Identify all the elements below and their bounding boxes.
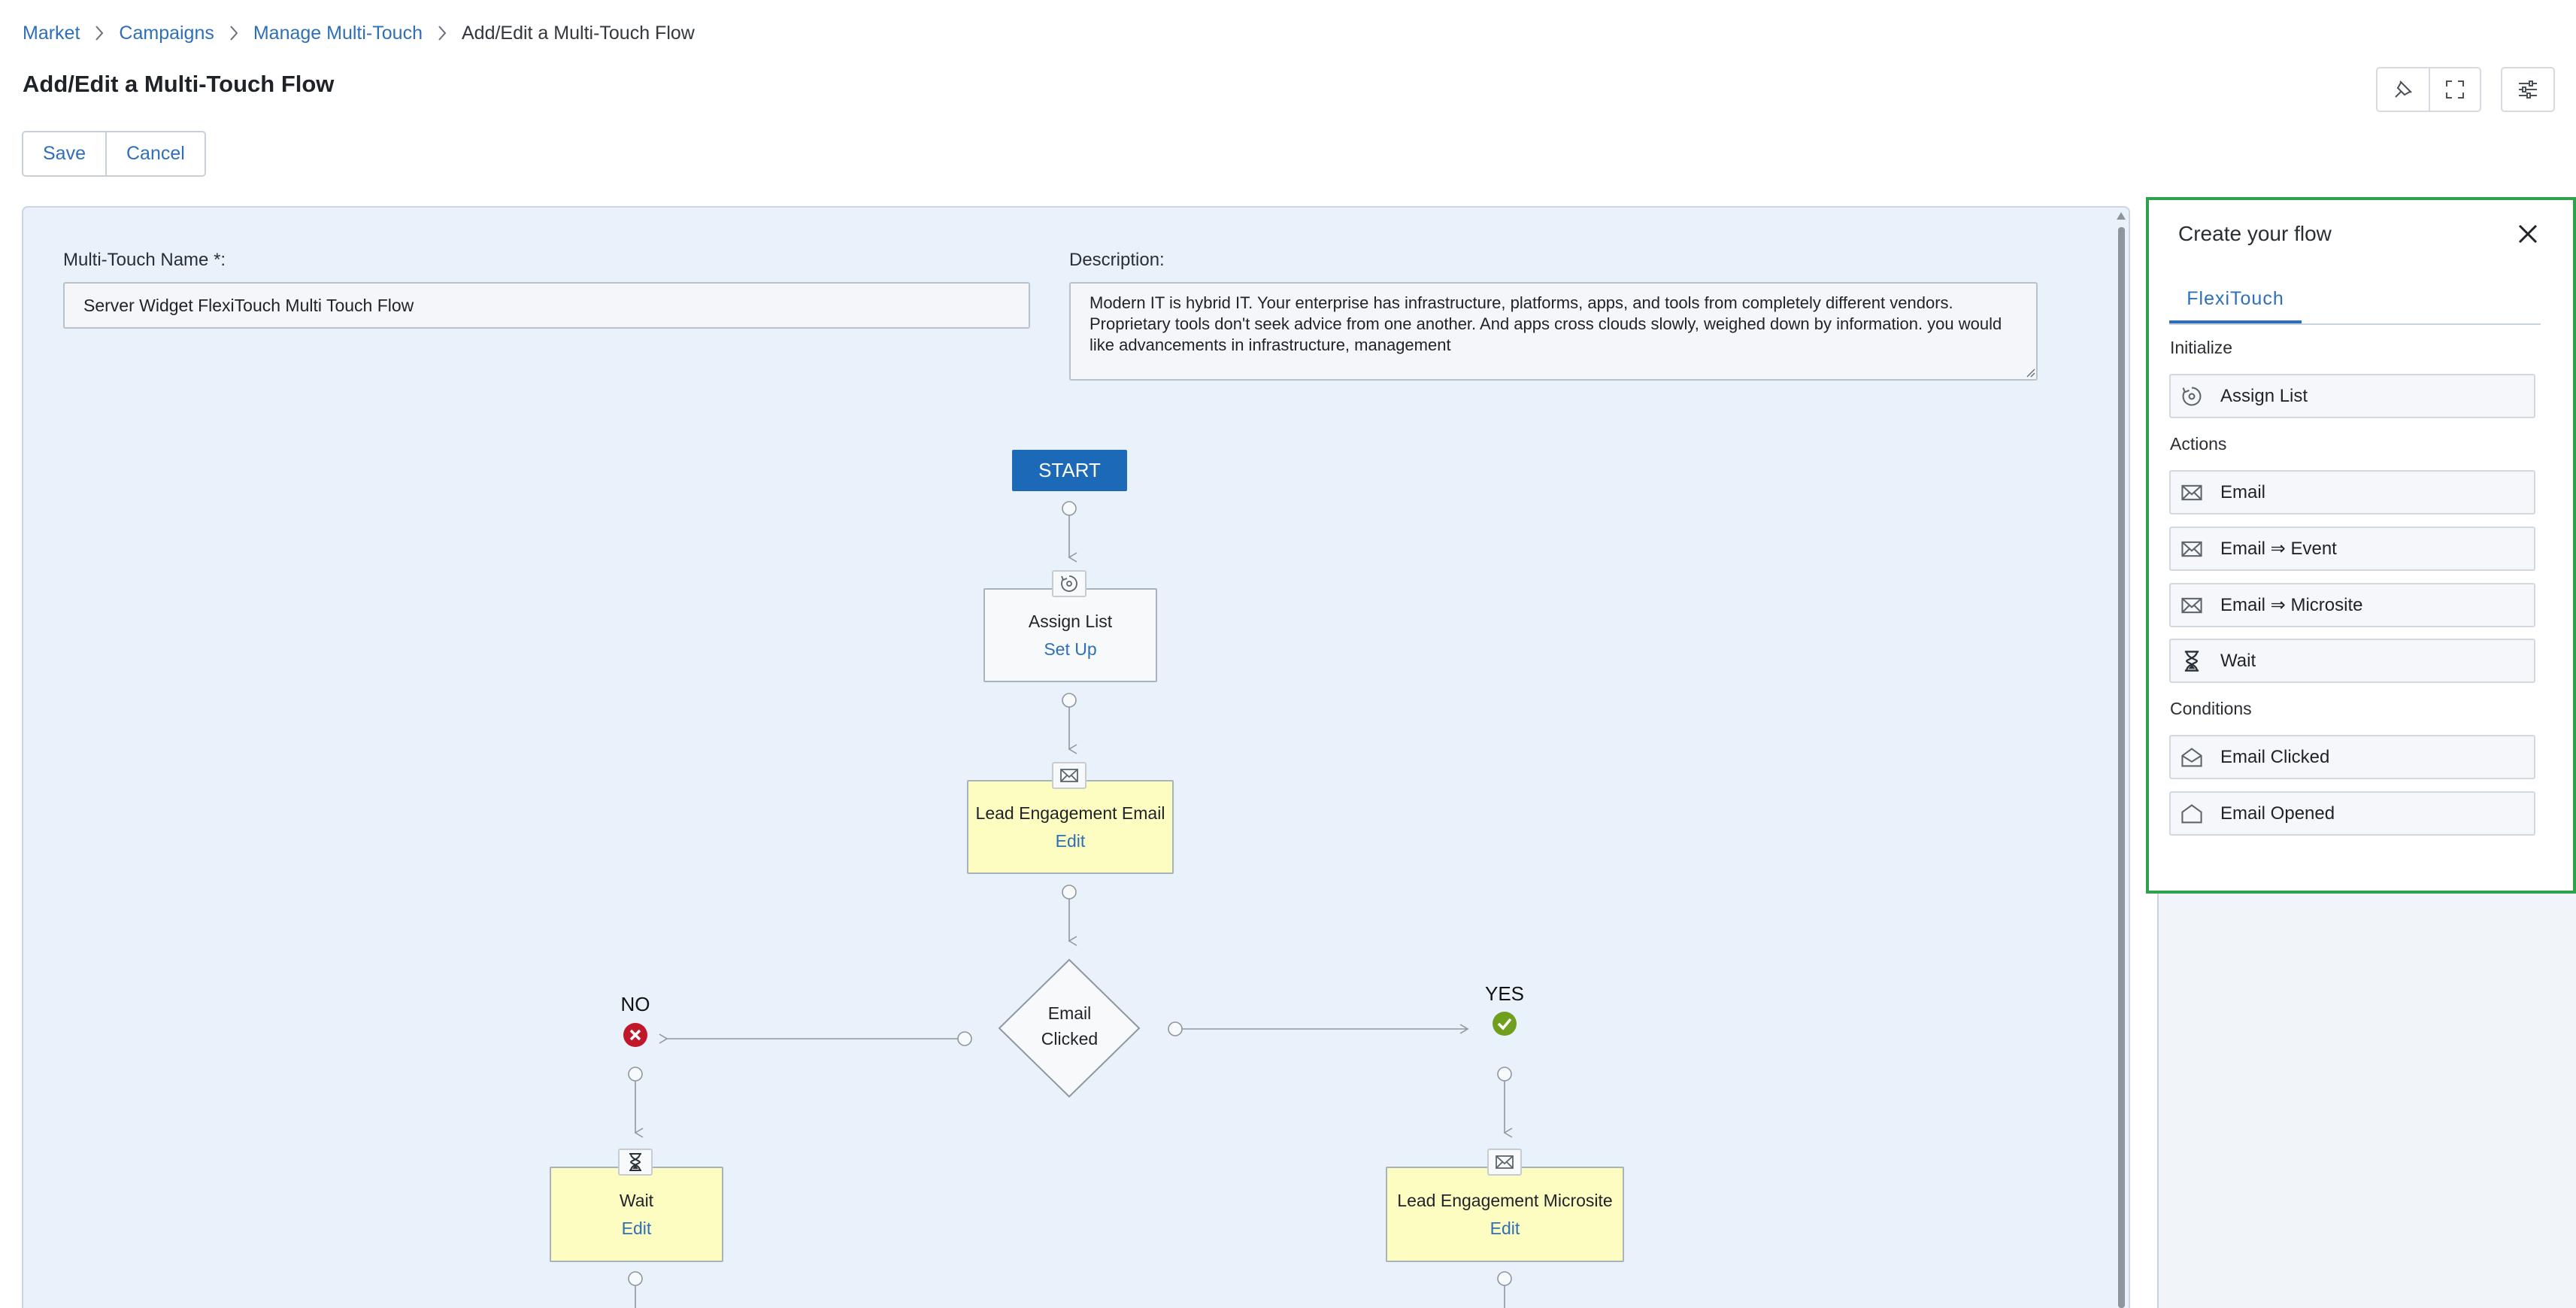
email-node-title: Lead Engagement Email	[975, 803, 1165, 823]
chevron-right-icon	[214, 25, 253, 41]
pin-button[interactable]	[2377, 68, 2429, 111]
cancel-button[interactable]: Cancel	[105, 132, 205, 175]
breadcrumb: Market Campaigns Manage Multi-Touch Add/…	[23, 21, 695, 45]
breadcrumb-manage-multi-touch[interactable]: Manage Multi-Touch	[253, 23, 423, 44]
connector-port	[1062, 501, 1077, 516]
envelope-icon	[1060, 769, 1078, 782]
hourglass-icon	[2171, 640, 2213, 681]
condition-label[interactable]: Email Clicked	[1034, 1000, 1105, 1052]
wait-node-title: Wait	[619, 1190, 654, 1210]
microsite-node-title: Lead Engagement Microsite	[1397, 1190, 1613, 1210]
envelope-icon	[1496, 1155, 1514, 1169]
flow-canvas[interactable]: Multi-Touch Name *: Description: Modern …	[22, 206, 2130, 1308]
breadcrumb-campaigns[interactable]: Campaigns	[119, 23, 214, 44]
condition-label-line2: Clicked	[1041, 1029, 1099, 1049]
page-title: Add/Edit a Multi-Touch Flow	[23, 71, 335, 97]
yes-branch-label: YES	[1484, 982, 1525, 1005]
breadcrumb-market[interactable]: Market	[23, 23, 80, 44]
breadcrumb-current: Add/Edit a Multi-Touch Flow	[461, 22, 695, 44]
settings-sliders-icon	[2519, 80, 2537, 99]
connector-port	[957, 1031, 972, 1046]
assign-list-icon	[1061, 575, 1077, 592]
view-toolbar	[2376, 67, 2481, 112]
pin-icon	[2395, 80, 2412, 98]
settings-button[interactable]	[2502, 68, 2553, 111]
connector-port	[1497, 1067, 1512, 1082]
palette-item-label: Assign List	[2220, 385, 2308, 406]
flow-diagram: START Assign List Set Up Lead Engagement…	[23, 208, 2129, 1308]
palette-item-label: Email Opened	[2220, 803, 2335, 824]
connector-port	[1168, 1021, 1183, 1036]
palette-item-label: Email Clicked	[2220, 746, 2330, 767]
panel-title: Create your flow	[2178, 222, 2332, 245]
close-icon	[2518, 224, 2538, 244]
palette-email-event[interactable]: Email ⇒ Event	[2169, 527, 2535, 571]
palette-email[interactable]: Email	[2169, 470, 2535, 514]
palette-email-opened[interactable]: Email Opened	[2169, 791, 2535, 836]
palette-item-label: Email ⇒ Event	[2220, 539, 2337, 559]
success-check-icon	[1493, 1012, 1517, 1036]
tab-flexitouch[interactable]: FlexiTouch	[2169, 277, 2302, 323]
chevron-right-icon	[423, 25, 462, 41]
hourglass-icon	[629, 1153, 641, 1171]
assign-list-node-title: Assign List	[1028, 611, 1113, 631]
condition-label-line1: Email	[1047, 1003, 1092, 1023]
lead-engagement-microsite-node[interactable]: Lead Engagement Microsite Edit	[1386, 1167, 1624, 1262]
start-node[interactable]: START	[1012, 450, 1127, 491]
connector-port	[628, 1271, 643, 1286]
assign-list-node[interactable]: Assign List Set Up	[983, 588, 1157, 682]
connector-port	[628, 1067, 643, 1082]
error-x-icon	[623, 1023, 647, 1047]
palette-email-microsite[interactable]: Email ⇒ Microsite	[2169, 583, 2535, 627]
lead-engagement-email-node[interactable]: Lead Engagement Email Edit	[967, 780, 1174, 874]
envelope-icon	[2171, 528, 2213, 569]
connector-port	[1062, 885, 1077, 900]
palette-wait[interactable]: Wait	[2169, 639, 2535, 683]
palette-assign-list[interactable]: Assign List	[2169, 374, 2535, 418]
chevron-right-icon	[80, 25, 119, 41]
connector-port	[1062, 693, 1077, 708]
action-bar: Save Cancel	[22, 131, 206, 177]
envelope-icon	[2171, 584, 2213, 626]
expand-icon	[2446, 80, 2464, 99]
palette-item-label: Wait	[2220, 650, 2256, 671]
microsite-node-badge	[1487, 1149, 1522, 1176]
palette-item-label: Email	[2220, 481, 2266, 502]
section-actions: Actions	[2170, 434, 2227, 454]
assign-list-badge	[1052, 570, 1086, 597]
assign-list-icon	[2171, 375, 2213, 417]
fullscreen-button[interactable]	[2429, 68, 2480, 111]
settings-toolbar	[2501, 67, 2555, 112]
open-envelope-icon	[2171, 736, 2213, 778]
flow-connectors	[628, 501, 1513, 1308]
envelope-icon	[2171, 472, 2213, 513]
save-button[interactable]: Save	[23, 132, 105, 175]
canvas-scrollbar[interactable]	[2118, 227, 2125, 1308]
tab-divider	[2169, 323, 2541, 325]
wait-node-badge	[618, 1149, 653, 1176]
no-branch-label: NO	[620, 993, 650, 1015]
wait-node-edit-link[interactable]: Edit	[622, 1218, 652, 1239]
scroll-up-arrow-icon[interactable]	[2117, 212, 2126, 220]
palette-item-label: Email ⇒ Microsite	[2220, 595, 2363, 615]
section-initialize: Initialize	[2170, 338, 2233, 357]
connector-port	[1497, 1271, 1512, 1286]
panel-close-button[interactable]	[2514, 220, 2542, 248]
section-conditions: Conditions	[2170, 699, 2252, 718]
palette-email-clicked[interactable]: Email Clicked	[2169, 735, 2535, 779]
wait-node[interactable]: Wait Edit	[550, 1167, 723, 1262]
open-envelope-icon	[2171, 793, 2213, 834]
email-node-edit-link[interactable]: Edit	[1056, 831, 1086, 851]
email-node-badge	[1052, 762, 1086, 789]
microsite-node-edit-link[interactable]: Edit	[1490, 1218, 1520, 1239]
assign-list-setup-link[interactable]: Set Up	[1044, 639, 1096, 660]
